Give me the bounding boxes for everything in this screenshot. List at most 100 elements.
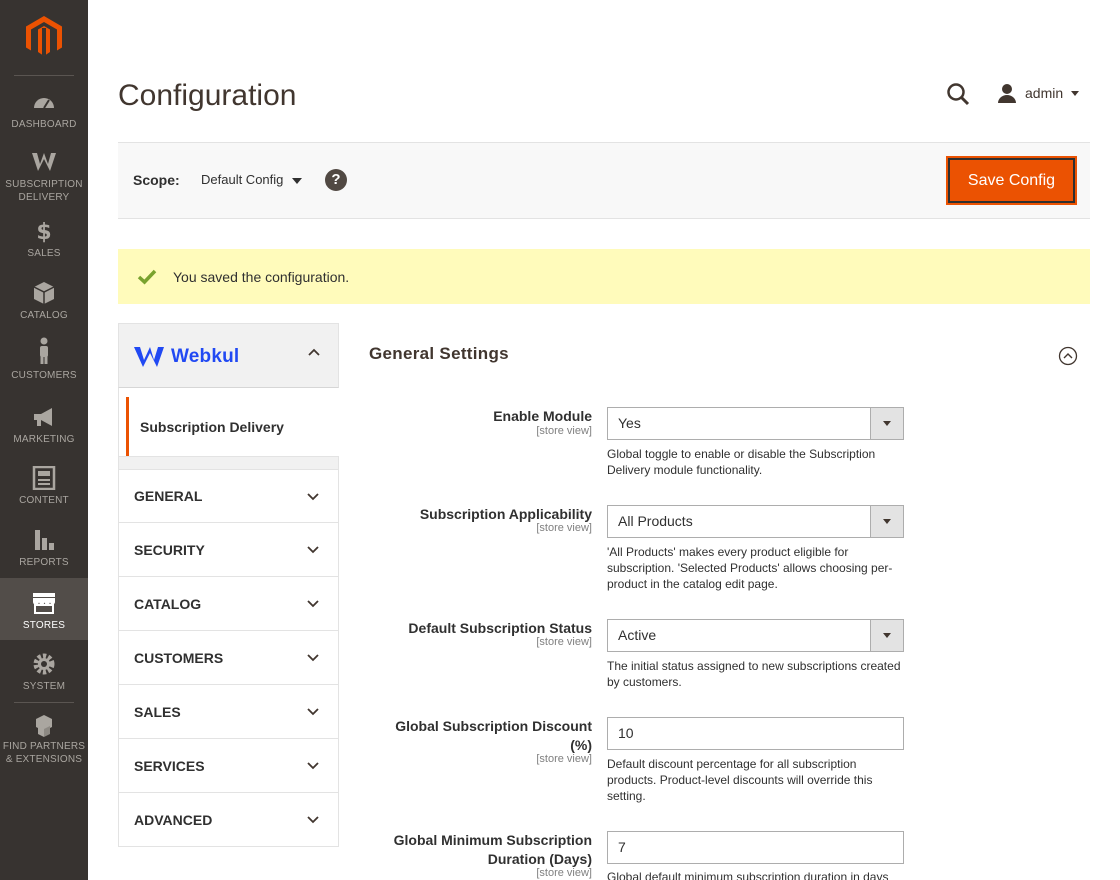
- content-icon: [32, 466, 56, 490]
- admin-user-menu[interactable]: admin: [997, 82, 1080, 104]
- sidebar-item-dashboard[interactable]: DASHBOARD: [0, 90, 88, 131]
- webkul-logo-icon: [134, 347, 164, 367]
- input-value: 7: [618, 839, 626, 855]
- vendor-tab-header[interactable]: Webkul: [118, 323, 339, 388]
- help-icon[interactable]: ?: [325, 169, 347, 191]
- gear-icon: [33, 653, 55, 675]
- tab-label: SERVICES: [134, 757, 205, 774]
- sidebar-item-label: DASHBOARD: [11, 119, 77, 130]
- sidebar-item-content[interactable]: CONTENT: [0, 466, 88, 507]
- chevron-up-icon: [308, 348, 320, 356]
- success-message: You saved the configuration.: [118, 249, 1090, 304]
- sidebar-item-marketing[interactable]: MARKETING: [0, 405, 88, 446]
- tab-label: GENERAL: [134, 488, 203, 504]
- sidebar-item-label: CATALOG: [20, 310, 68, 321]
- chevron-down-icon: [870, 408, 903, 439]
- chevron-down-icon: [292, 177, 303, 184]
- sidebar-item-label: SALES: [27, 248, 61, 259]
- scope-note: [store view]: [536, 425, 592, 437]
- field-label-global-discount: Global Subscription Discount (%): [395, 718, 592, 753]
- admin-username: admin: [1025, 85, 1064, 101]
- scope-switcher[interactable]: Default Config: [201, 172, 303, 187]
- tab-label: CUSTOMERS: [134, 649, 224, 666]
- global-min-duration-input[interactable]: 7: [607, 831, 904, 864]
- svg-text:$: $: [36, 220, 51, 243]
- box-icon: [33, 282, 55, 304]
- tab-services[interactable]: SERVICES: [118, 739, 339, 793]
- field-note: Global default minimum subscription dura…: [607, 870, 889, 880]
- sidebar-item-system[interactable]: SYSTEM: [0, 652, 88, 693]
- chevron-down-icon: [307, 816, 319, 824]
- chevron-down-icon: [307, 708, 319, 716]
- dashboard-icon: [34, 98, 54, 109]
- tab-label: ADVANCED: [134, 811, 213, 828]
- checkmark-icon: [137, 269, 157, 284]
- vendor-tab-items: Subscription Delivery: [118, 388, 339, 456]
- scope-note: [store view]: [536, 522, 592, 534]
- tab-separator: [118, 456, 339, 469]
- tab-label: CATALOG: [134, 595, 202, 612]
- chevron-down-icon: [307, 546, 319, 554]
- sidebar-item-label: SYSTEM: [22, 681, 66, 692]
- message-text: You saved the configuration.: [173, 268, 350, 285]
- chevron-down-icon: [307, 762, 319, 770]
- webkul-logo: Webkul: [134, 346, 239, 368]
- sidebar-item-label: MARKETING: [13, 434, 75, 445]
- save-config-button[interactable]: Save Config: [947, 157, 1076, 204]
- vendor-name: Webkul: [171, 346, 240, 367]
- chevron-down-icon: [870, 620, 903, 651]
- field-label-enable-module: Enable Module: [493, 408, 592, 424]
- collapse-circle-icon[interactable]: [1058, 346, 1078, 366]
- sidebar-divider: [14, 702, 74, 703]
- section-title[interactable]: General Settings: [369, 344, 509, 364]
- tab-sales[interactable]: SALES: [118, 685, 339, 739]
- admin-sidebar: DASHBOARD SUBSCRIPTION DELIVERY $ SALES …: [0, 0, 88, 880]
- subscription-applicability-select[interactable]: All Products: [607, 505, 904, 538]
- tab-general[interactable]: GENERAL: [118, 469, 339, 523]
- search-icon[interactable]: [946, 82, 970, 106]
- sidebar-item-stores[interactable]: STORES: [0, 578, 88, 640]
- chevron-down-icon: [870, 506, 903, 537]
- magento-logo-icon[interactable]: [26, 16, 62, 58]
- sidebar-divider: [14, 75, 74, 76]
- global-discount-input[interactable]: 10: [607, 717, 904, 750]
- tab-subscription-delivery[interactable]: Subscription Delivery: [126, 397, 339, 456]
- tab-advanced[interactable]: ADVANCED: [118, 793, 339, 847]
- store-icon: [33, 593, 55, 614]
- dollar-icon: $: [36, 220, 51, 243]
- tab-catalog[interactable]: CATALOG: [118, 577, 339, 631]
- scope-toolbar: Scope: Default Config ? Save Config: [118, 142, 1090, 219]
- enable-module-select[interactable]: Yes: [607, 407, 904, 440]
- megaphone-icon: [34, 408, 52, 426]
- sidebar-item-label: CONTENT: [19, 495, 69, 506]
- chevron-down-icon: [1071, 90, 1080, 96]
- scope-note: [store view]: [536, 867, 592, 879]
- sidebar-item-subscription-delivery[interactable]: SUBSCRIPTION DELIVERY: [0, 150, 88, 204]
- select-value: Active: [618, 627, 657, 643]
- field-label-global-min-duration: Global Minimum Subscription Duration (Da…: [393, 832, 592, 867]
- field-note: 'All Products' makes every product eligi…: [607, 545, 893, 591]
- sidebar-item-label: SUBSCRIPTION DELIVERY: [5, 179, 83, 203]
- webkul-w-icon: [32, 153, 56, 171]
- sidebar-item-find-partners[interactable]: FIND PARTNERS & EXTENSIONS: [0, 714, 88, 766]
- sidebar-item-label: REPORTS: [19, 557, 69, 568]
- field-note: Global toggle to enable or disable the S…: [607, 447, 876, 477]
- sidebar-item-sales[interactable]: $ SALES: [0, 219, 88, 260]
- sidebar-item-catalog[interactable]: CATALOG: [0, 281, 88, 322]
- tab-label: SECURITY: [134, 541, 205, 558]
- select-value: All Products: [618, 513, 693, 529]
- chevron-down-icon: [307, 654, 319, 662]
- sidebar-item-customers[interactable]: CUSTOMERS: [0, 337, 88, 382]
- scope-note: [store view]: [536, 753, 592, 765]
- page-title: Configuration: [118, 79, 297, 112]
- tab-security[interactable]: SECURITY: [118, 523, 339, 577]
- sidebar-item-label: CUSTOMERS: [11, 370, 77, 381]
- sidebar-item-reports[interactable]: REPORTS: [0, 528, 88, 569]
- default-subscription-status-select[interactable]: Active: [607, 619, 904, 652]
- person-icon: [40, 337, 48, 364]
- chevron-down-icon: [307, 600, 319, 608]
- tab-label: SALES: [134, 703, 181, 720]
- config-tabs: Webkul Subscription Delivery GENERAL SEC…: [118, 323, 339, 847]
- scope-note: [store view]: [536, 636, 592, 648]
- tab-customers[interactable]: CUSTOMERS: [118, 631, 339, 685]
